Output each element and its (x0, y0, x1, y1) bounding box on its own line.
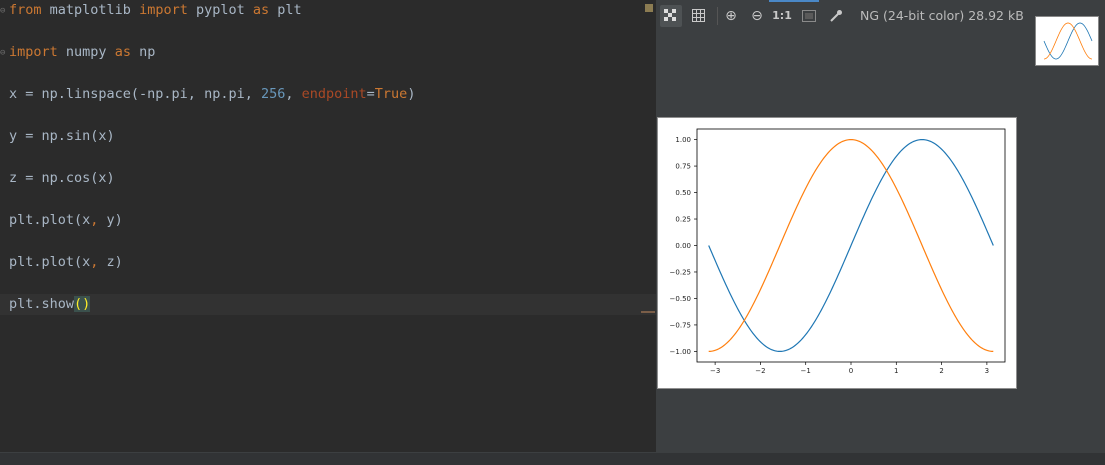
code-token: y = np.sin(x) (9, 128, 115, 144)
y-tick-label: −0.50 (670, 295, 691, 303)
horizontal-scrollbar[interactable] (0, 452, 1105, 465)
image-info-text: NG (24-bit color) 28.92 kB (860, 8, 1024, 23)
code-line[interactable]: import numpy as np (9, 42, 155, 63)
code-line[interactable]: plt.plot(x, z) (9, 252, 123, 273)
chessboard-icon[interactable] (660, 5, 682, 27)
y-tick-label: 0.50 (675, 189, 691, 197)
x-tick-label: −3 (710, 367, 720, 375)
x-tick-label: −1 (801, 367, 811, 375)
code-token: np (130, 44, 156, 60)
y-tick-label: −0.25 (670, 268, 691, 276)
grid-icon[interactable] (687, 5, 709, 27)
code-token: pyplot (187, 2, 253, 18)
eyedropper-icon[interactable] (825, 5, 847, 27)
code-token: y) (98, 212, 123, 228)
code-token: import (139, 2, 188, 18)
y-tick-label: 0.75 (675, 163, 691, 171)
zoom-out-icon[interactable]: ⊖ (746, 5, 768, 27)
code-line[interactable]: plt.show() (0, 294, 656, 315)
code-token: = (366, 86, 375, 102)
code-token: endpoint (301, 86, 367, 102)
y-tick-label: 0.00 (675, 242, 691, 250)
x-tick-label: 2 (939, 367, 943, 375)
code-line[interactable]: y = np.sin(x) (9, 126, 115, 147)
code-token: plt.plot(x (9, 212, 91, 228)
code-token: as (114, 44, 131, 60)
code-line[interactable]: z = np.cos(x) (9, 168, 115, 189)
y-tick-label: −0.75 (670, 321, 691, 329)
code-token: import (9, 44, 58, 60)
tab-indicator (769, 0, 819, 2)
sin-series-line (708, 138, 994, 353)
actual-size-button[interactable]: 1:1 (771, 5, 793, 27)
code-line[interactable]: from matplotlib import pyplot as plt (9, 0, 302, 21)
warning-marker-icon[interactable] (645, 4, 653, 12)
y-tick-label: 0.25 (675, 216, 691, 224)
zoom-in-icon[interactable]: ⊕ (720, 5, 742, 27)
code-token: z) (98, 254, 123, 270)
x-tick-label: 3 (985, 367, 989, 375)
x-tick-label: −2 (755, 367, 765, 375)
image-thumbnail[interactable] (1035, 16, 1099, 66)
x-tick-label: 0 (849, 367, 853, 375)
x-tick-label: 1 (894, 367, 898, 375)
code-token: 256 (260, 86, 286, 102)
code-token: plt (269, 2, 302, 18)
code-token: from (9, 2, 42, 18)
fold-icon[interactable]: ⊖ (0, 6, 8, 16)
code-token: True (374, 86, 408, 102)
code-token: ) (407, 86, 416, 102)
y-tick-label: 1.00 (675, 136, 691, 144)
code-token: z = np.cos(x) (9, 170, 115, 186)
code-token: numpy (57, 44, 115, 60)
code-token: matplotlib (41, 2, 140, 18)
line-chart: −3 −2 −1 0 1 2 3 1.00 0.75 0.50 0.25 0.00 −0.25 −0.50… (670, 128, 1006, 375)
code-token: () (74, 296, 91, 312)
code-token: , (285, 86, 302, 102)
plot-image: −3 −2 −1 0 1 2 3 1.00 0.75 0.50 0.25 0.00 −0.25 −0.50… (657, 117, 1017, 389)
y-tick-label: −1.00 (670, 348, 691, 356)
code-token: as (252, 2, 270, 18)
image-viewer: ⊕ ⊖ 1:1 NG (24-bit color) 28.92 kB −3 −2−… (657, 0, 1105, 452)
toolbar-separator (717, 7, 718, 25)
code-token: plt.show (9, 296, 75, 312)
code-line[interactable]: x = np.linspace(-np.pi, np.pi, 256, endp… (9, 84, 415, 105)
caret-position-marker (641, 311, 655, 313)
fold-icon[interactable]: ⊖ (0, 48, 8, 58)
code-editor[interactable]: ⊖ ⊖ from matplotlib import pyplot as plt… (0, 0, 657, 452)
code-token: x = np.linspace(-np.pi, np.pi, (9, 86, 261, 102)
fit-icon[interactable] (798, 5, 820, 27)
code-token: plt.plot(x (9, 254, 91, 270)
code-line[interactable]: plt.plot(x, y) (9, 210, 123, 231)
